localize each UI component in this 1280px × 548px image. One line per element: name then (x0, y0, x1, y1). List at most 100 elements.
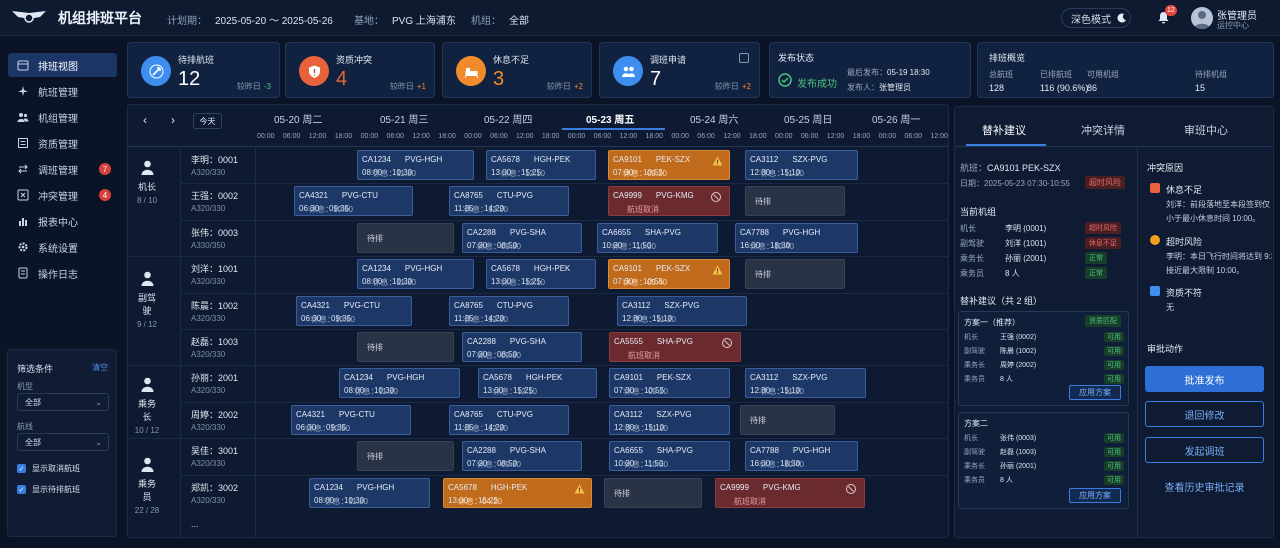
pending-slot[interactable]: 待排 (357, 332, 454, 362)
day-header[interactable]: 05-26 周一 (872, 111, 920, 126)
flight-block[interactable]: CA1234 PVG-HGH 08:00 10:30 休息：11:30 (357, 259, 474, 289)
flight-block[interactable]: CA7788 PVG-HGH 16:00 18:30 休息：10:40 (745, 441, 858, 471)
avatar[interactable] (1191, 7, 1213, 29)
row-divider (181, 293, 948, 294)
crew-name[interactable]: 刘洋：1001 (191, 262, 238, 275)
sidebar-item-badge[interactable]: 资质管理 (8, 131, 117, 155)
flight-block[interactable]: CA5678 HGH-PEK 13:00 15:25 休息：12:10 (478, 368, 597, 398)
day-header[interactable]: 05-25 周日 (784, 111, 832, 126)
qualification-conflict-card[interactable]: 资质冲突 4 较昨日 +1 (285, 42, 435, 98)
crew-name[interactable]: 孙丽：2001 (191, 371, 238, 384)
route-select[interactable]: 全部 ⌄ (17, 433, 109, 451)
flight-block[interactable]: CA1234 PVG-HGH 08:00 10:30 休息：11:30 (357, 150, 474, 180)
flight-block[interactable]: CA2288 PVG-SHA 07:20 08:50 休息：09:30 (462, 441, 582, 471)
return-edit-button[interactable]: 退回修改 (1145, 401, 1264, 427)
substitute-plan[interactable]: 方案二 机长 张伟 (0003) 可用 副驾驶 赵磊 (1003) 可用 乘务长 孙丽 (200… (958, 412, 1129, 509)
sidebar-item-conflict[interactable]: 冲突管理 4 (8, 183, 117, 207)
sidebar-item-swap[interactable]: 调班管理 7 (8, 157, 117, 181)
flight-route: HGH-PEK (490, 483, 528, 492)
sidebar-item-log[interactable]: 操作日志 (8, 261, 117, 285)
pending-slot[interactable]: 待排 (357, 441, 454, 471)
aircraft-label: 机型 (17, 382, 33, 391)
sidebar-item-calendar[interactable]: 排班视图 (8, 53, 117, 77)
flight-number: CA8765 (454, 191, 483, 200)
tab-approval-center[interactable]: 审班中心 (1184, 122, 1228, 138)
next-week-icon[interactable]: › (171, 113, 175, 127)
prev-week-icon[interactable]: ‹ (143, 113, 147, 127)
plan-row: 机长 张伟 (0003) 可用 (964, 433, 1124, 443)
base-selector[interactable]: 基地： PVG 上海浦东 (354, 12, 456, 27)
theme-toggle[interactable]: 深色模式 (1061, 8, 1131, 28)
cancelled-flight-block[interactable]: CA9999 PVG-KMG 航班取消 (715, 478, 865, 508)
flight-block[interactable]: CA4321 PVG-CTU 06:30 09:35 休息：10:50 (294, 186, 413, 216)
flight-block[interactable]: CA1234 PVG-HGH 08:00 10:30 休息：11:30 (309, 478, 430, 508)
sidebar-item-chart[interactable]: 报表中心 (8, 209, 117, 233)
crew-name[interactable]: 王强：0002 (191, 189, 238, 202)
swap-request-card[interactable]: 调班申请 7 较昨日 +2 (599, 42, 760, 98)
cancelled-flight-block[interactable]: CA5555 SHA-PVG 航班取消 (609, 332, 741, 362)
pending-slot[interactable]: 待排 (745, 259, 845, 289)
warning-flight-block[interactable]: CA9101 PEK-SZX 07:30 10:55 休息：09:20 (608, 150, 730, 180)
approve-publish-button[interactable]: 批准发布 (1145, 366, 1264, 392)
apply-plan-button[interactable]: 应用方案 (1069, 488, 1121, 503)
flight-block[interactable]: CA3112 SZX-PVG 12:30 15:10 休息：11:20 (617, 296, 747, 326)
day-header[interactable]: 05-21 周三 (380, 111, 428, 126)
flight-block[interactable]: CA4321 PVG-CTU 06:30 09:35 休息：10:50 (296, 296, 412, 326)
crew-name[interactable]: 郑凯：3002 (191, 481, 238, 494)
pending-slot[interactable]: 待排 (604, 478, 702, 508)
substitute-plan[interactable]: 方案一（推荐） 资质匹配 机长 王强 (0002) 可用 副驾驶 陈晨 (1002) 可用 乘务… (958, 311, 1129, 406)
pending-slot[interactable]: 待排 (740, 405, 835, 435)
flight-block[interactable]: CA2288 PVG-SHA 07:20 08:50 休息：09:30 (462, 223, 582, 253)
day-header[interactable]: 05-24 周六 (690, 111, 738, 126)
flight-block[interactable]: CA6655 SHA-PVG 10:20 11:50 休息：10:30 (597, 223, 718, 253)
day-header[interactable]: 05-23 周五 (586, 111, 634, 126)
day-header[interactable]: 05-20 周二 (274, 111, 322, 126)
show-pending-checkbox[interactable]: ✓ 显示待排航班 (17, 484, 80, 495)
flight-block[interactable]: CA3112 SZX-PVG 12:30 15:10 休息：11:20 (745, 150, 858, 180)
sidebar-item-plane[interactable]: 航班管理 (8, 79, 117, 103)
expand-icon[interactable] (739, 53, 749, 63)
cancelled-flight-block[interactable]: CA9999 PVG-KMG 航班取消 (608, 186, 730, 216)
crew-name[interactable]: 陈晨：1002 (191, 299, 238, 312)
day-header[interactable]: 05-22 周四 (484, 111, 532, 126)
flight-block[interactable]: CA3112 SZX-PVG 12:30 15:10 休息：11:20 (745, 368, 866, 398)
flight-block[interactable]: CA1234 PVG-HGH 08:00 10:30 休息：11:30 (339, 368, 460, 398)
aircraft-select[interactable]: 全部 ⌄ (17, 393, 109, 411)
base-label: 基地： (354, 16, 384, 27)
flight-times: 06:30 09:35 休息：10:50 (301, 314, 361, 324)
pending-slot[interactable]: 待排 (357, 223, 454, 253)
flight-block[interactable]: CA5678 HGH-PEK 13:00 15:25 休息：12:10 (486, 259, 596, 289)
apply-plan-button[interactable]: 应用方案 (1069, 385, 1121, 400)
crew-selector[interactable]: 机组： 全部 (471, 12, 529, 27)
flight-block[interactable]: CA6655 SHA-PVG 10:20 11:50 休息：10:30 (609, 441, 730, 471)
initiate-swap-button[interactable]: 发起调班 (1145, 437, 1264, 463)
rest-shortage-card[interactable]: 休息不足 3 较昨日 +2 (442, 42, 592, 98)
flight-block[interactable]: CA4321 PVG-CTU 06:30 09:35 休息：10:50 (291, 405, 411, 435)
pending-flights-card[interactable]: 待排航班 12 较昨日 -3 (127, 42, 280, 98)
flight-block[interactable]: CA8765 CTU-PVG 11:25 14:20 休息：12:30 (449, 405, 569, 435)
sidebar-item-users[interactable]: 机组管理 (8, 105, 117, 129)
crew-name[interactable]: 吴佳：3001 (191, 444, 238, 457)
flight-block[interactable]: CA8765 CTU-PVG 11:25 14:20 休息：12:30 (449, 186, 569, 216)
warning-flight-block[interactable]: CA9101 PEK-SZX 07:30 10:55 休息：05:40 (608, 259, 730, 289)
show-cancelled-checkbox[interactable]: ✓ 显示取消航班 (17, 463, 80, 474)
tab-substitute[interactable]: 替补建议 (982, 122, 1026, 138)
flight-block[interactable]: CA2288 PVG-SHA 07:20 08:50 休息：09:30 (462, 332, 582, 362)
crew-name[interactable]: 李明：0001 (191, 153, 238, 166)
flight-block[interactable]: CA5678 HGH-PEK 13:00 15:25 休息：12:10 (486, 150, 596, 180)
crew-name[interactable]: 周婷：2002 (191, 408, 238, 421)
today-button[interactable]: 今天 (193, 113, 222, 129)
flight-block[interactable]: CA7788 PVG-HGH 16:00 18:30 休息：10:40 (735, 223, 858, 253)
sidebar-item-gear[interactable]: 系统设置 (8, 235, 117, 259)
flight-block[interactable]: CA8765 CTU-PVG 11:25 14:20 休息：12:30 (449, 296, 569, 326)
flight-block[interactable]: CA3112 SZX-PVG 12:30 15:10 休息：11:20 (609, 405, 730, 435)
crew-name[interactable]: 张伟：0003 (191, 226, 238, 239)
pending-slot[interactable]: 待排 (745, 186, 845, 216)
warning-flight-block[interactable]: CA5678 HGH-PEK 13:00 15:25 休息：04:20 (443, 478, 592, 508)
tab-conflict-detail[interactable]: 冲突详情 (1081, 122, 1125, 138)
flight-block[interactable]: CA9101 PEK-SZX 07:30 10:55 休息：09:20 (609, 368, 730, 398)
plan-period[interactable]: 计划期： 2025-05-20 ～ 2025-05-26 (167, 12, 333, 27)
history-link[interactable]: 查看历史审批记录 (1145, 479, 1264, 494)
crew-name[interactable]: 赵磊：1003 (191, 335, 238, 348)
filter-clear-button[interactable]: 清空 (92, 362, 108, 373)
